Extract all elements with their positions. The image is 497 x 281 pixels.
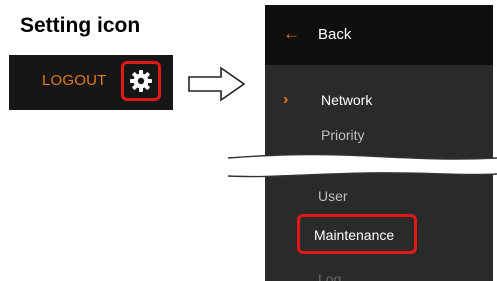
top-bar-fragment: LOGOUT [9,55,173,110]
back-arrow-icon[interactable]: ← [283,24,300,44]
menu-item-log[interactable]: Log [318,271,341,281]
settings-button[interactable] [121,61,161,101]
cut-break-lines [228,153,497,178]
gear-icon [130,70,152,92]
menu-item-maintenance-label: Maintenance [314,227,395,243]
settings-menu-panel: ← Back › Network Priority User Maintenan… [265,5,493,281]
menu-header: ← Back [265,5,493,65]
back-button[interactable]: Back [318,26,351,43]
caption-setting-icon: Setting icon [20,14,141,37]
logout-button[interactable]: LOGOUT [42,72,107,89]
menu-item-network[interactable]: Network [321,92,372,108]
menu-item-user[interactable]: User [318,188,348,204]
menu-item-priority[interactable]: Priority [321,127,365,143]
menu-item-maintenance[interactable]: Maintenance [297,214,417,254]
right-arrow-icon [188,66,246,102]
chevron-right-icon: › [283,91,289,108]
